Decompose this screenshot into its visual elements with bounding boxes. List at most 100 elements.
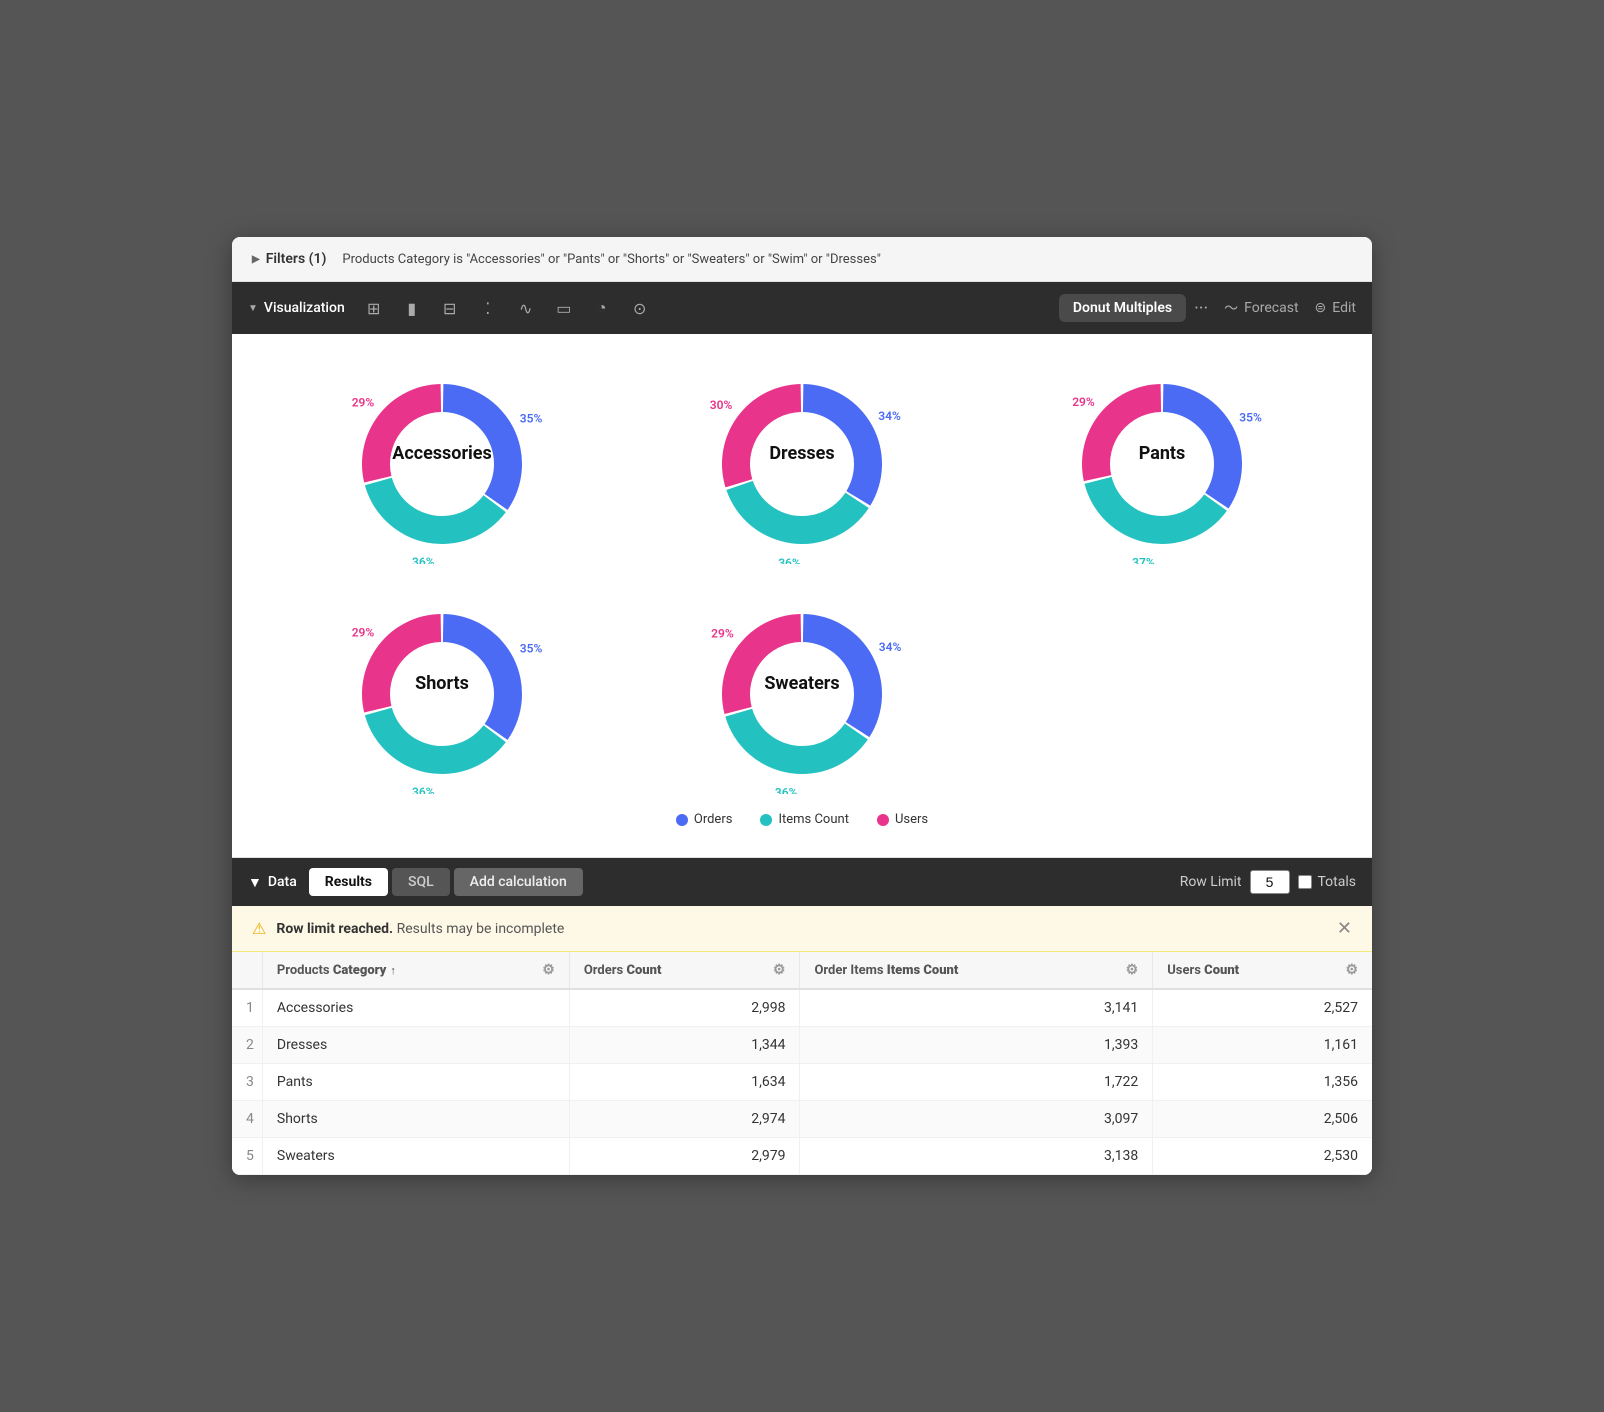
donut-svg-pants: 35%37%29% Pants [1062,364,1262,564]
svg-text:29%: 29% [711,626,734,640]
cell-category-4: Sweaters [262,1138,569,1175]
viz-arrow-icon: ▼ [248,303,258,314]
table-row: 5 Sweaters 2,979 3,138 2,530 [232,1138,1372,1175]
th-row-num [232,952,262,989]
main-card: ▶ Filters (1) Products Category is "Acce… [232,237,1372,1175]
viz-line-icon[interactable]: ∿ [509,291,543,325]
warning-text: Row limit reached. Results may be incomp… [276,921,564,937]
th-sort-icon[interactable]: ↑ [390,964,396,977]
cell-items-4: 3,138 [800,1138,1153,1175]
svg-text:34%: 34% [879,640,902,654]
edit-button[interactable]: ⊜ Edit [1315,300,1356,316]
th-orders-gear-icon[interactable]: ⚙ [773,962,786,978]
donut-svg-shorts: 35%36%29% Shorts [342,594,542,794]
th-category-label: Products Category [277,963,387,978]
viz-active-type[interactable]: Donut Multiples [1059,294,1186,322]
legend-item-users: Users [877,812,928,827]
viz-area-icon[interactable]: ▭ [547,291,581,325]
table-header-row: Products Category ↑ ⚙ Orders Count ⚙ [232,952,1372,989]
warning-bold: Row limit reached. [276,921,393,937]
edit-sliders-icon: ⊜ [1315,300,1327,316]
cell-users-4: 2,530 [1153,1138,1372,1175]
th-items-label: Order Items Items Count [814,963,958,978]
cell-rownum-1: 2 [232,1027,262,1064]
table-row: 2 Dresses 1,344 1,393 1,161 [232,1027,1372,1064]
donut-svg-accessories: 35%36%29% Accessories [342,364,542,564]
row-limit-label: Row Limit [1180,874,1242,890]
legend-dot-orders [676,814,688,826]
legend-item-orders: Orders [676,812,733,827]
cell-items-3: 3,097 [800,1101,1153,1138]
data-toggle-label: Data [268,874,297,890]
totals-label: Totals [1318,874,1357,890]
cell-category-2: Pants [262,1064,569,1101]
cell-orders-0: 2,998 [569,989,800,1027]
tab-add-calculation[interactable]: Add calculation [454,868,583,896]
cell-orders-4: 2,979 [569,1138,800,1175]
viz-bar-icon[interactable]: ▮ [395,291,429,325]
tab-sql[interactable]: SQL [392,868,450,896]
svg-text:29%: 29% [352,626,375,640]
forecast-label: Forecast [1244,300,1298,316]
viz-more-icon[interactable]: ··· [1194,298,1208,319]
th-users: Users Count ⚙ [1153,952,1372,989]
forecast-button[interactable]: 〜 Forecast [1224,298,1298,318]
donuts-grid: 35%36%29% Accessories 34%36%30% Dresses … [272,364,1332,794]
svg-text:34%: 34% [878,409,901,423]
donut-svg-dresses: 34%36%30% Dresses [702,364,902,564]
cell-rownum-4: 5 [232,1138,262,1175]
viz-toggle-label: Visualization [264,300,345,316]
svg-text:36%: 36% [778,556,801,564]
cell-rownum-0: 1 [232,989,262,1027]
filter-arrow-icon: ▶ [252,254,260,265]
cell-orders-3: 2,974 [569,1101,800,1138]
row-limit-input[interactable] [1250,870,1290,894]
forecast-chart-icon: 〜 [1224,298,1238,318]
th-category: Products Category ↑ ⚙ [262,952,569,989]
th-orders: Orders Count ⚙ [569,952,800,989]
cell-orders-2: 1,634 [569,1064,800,1101]
svg-text:36%: 36% [775,786,798,794]
chart-area: 35%36%29% Accessories 34%36%30% Dresses … [232,334,1372,857]
donut-dresses: 34%36%30% Dresses [702,364,902,564]
viz-scatter-icon[interactable]: ⁚ [471,291,505,325]
viz-table-icon[interactable]: ⊞ [357,291,391,325]
cell-rownum-3: 4 [232,1101,262,1138]
totals-checkbox[interactable] [1298,875,1312,889]
table-row: 3 Pants 1,634 1,722 1,356 [232,1064,1372,1101]
th-category-gear-icon[interactable]: ⚙ [542,962,555,978]
chart-legend: Orders Items Count Users [272,812,1332,837]
svg-text:Sweaters: Sweaters [764,673,839,694]
svg-text:35%: 35% [520,642,542,656]
svg-text:Shorts: Shorts [415,673,469,694]
viz-toolbar: ▼ Visualization ⊞ ▮ ⊟ ⁚ ∿ ▭ ◔ ⊙ Donut Mu… [232,282,1372,334]
donut-pants: 35%37%29% Pants [1062,364,1262,564]
cell-orders-1: 1,344 [569,1027,800,1064]
svg-text:29%: 29% [352,396,375,410]
filter-toggle[interactable]: ▶ Filters (1) [252,251,326,267]
totals-toggle[interactable]: Totals [1298,874,1357,890]
viz-pivot-icon[interactable]: ⊟ [433,291,467,325]
cell-category-3: Shorts [262,1101,569,1138]
tab-results[interactable]: Results [309,868,388,896]
cell-items-1: 1,393 [800,1027,1153,1064]
th-items-gear-icon[interactable]: ⚙ [1126,962,1139,978]
edit-label: Edit [1332,300,1356,316]
row-limit-section: Row Limit Totals [1180,870,1356,894]
viz-map-icon[interactable]: ⊙ [623,291,657,325]
th-users-label: Users Count [1167,963,1239,978]
warning-icon: ⚠ [252,919,266,938]
data-toggle[interactable]: ▼ Data [248,874,297,891]
donut-svg-sweaters: 34% 36% 29% Sweaters [702,594,902,794]
donut-shorts: 35%36%29% Shorts [342,594,542,794]
donut-sweaters: 34% 36% 29% Sweaters [702,594,902,794]
svg-text:35%: 35% [1239,411,1262,425]
svg-text:29%: 29% [1072,395,1095,409]
legend-label-orders: Orders [694,812,733,827]
th-users-gear-icon[interactable]: ⚙ [1345,962,1358,978]
viz-pie-icon[interactable]: ◔ [585,291,619,325]
table-row: 4 Shorts 2,974 3,097 2,506 [232,1101,1372,1138]
legend-item-items: Items Count [760,812,849,827]
warning-close-icon[interactable]: ✕ [1337,918,1352,939]
viz-toggle[interactable]: ▼ Visualization [248,300,345,316]
